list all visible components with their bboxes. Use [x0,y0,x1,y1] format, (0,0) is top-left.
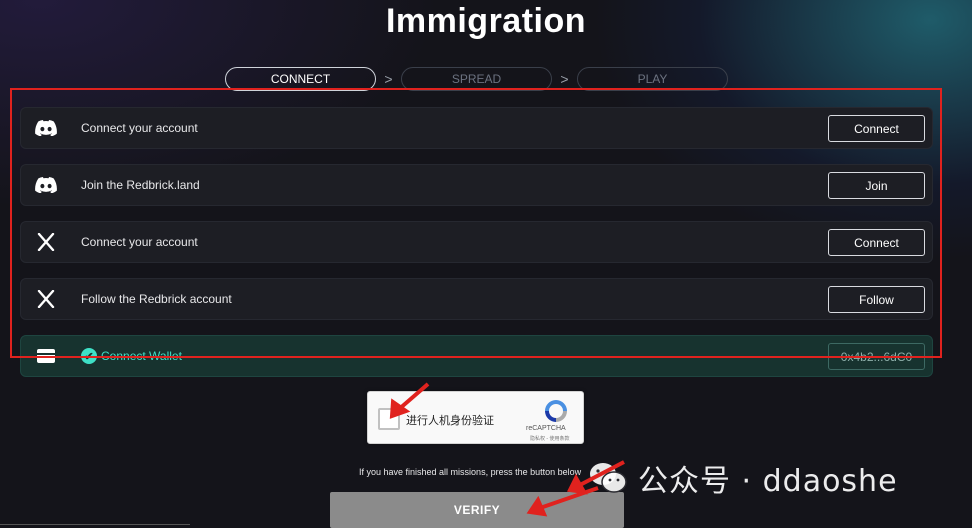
task-row-x-connect: Connect your account Connect [20,221,933,263]
verify-hint: If you have finished all missions, press… [359,467,582,477]
wallet-label: Connect Wallet [101,349,182,363]
task-row-discord-join: Join the Redbrick.land Join [20,164,933,206]
verify-button[interactable]: VERIFY [330,492,624,528]
recaptcha-links[interactable]: 隐私权 - 使用条款 [530,435,569,442]
task-row-discord-connect: Connect your account Connect [20,107,933,149]
recaptcha-widget: 进行人机身份验证 reCAPTCHA 隐私权 - 使用条款 [367,391,584,444]
divider [0,524,190,525]
connect-discord-button[interactable]: Connect [828,115,925,142]
task-row-wallet: ✔ Connect Wallet 0x4b2...6dC0 [20,335,933,377]
step-connect[interactable]: CONNECT [225,67,376,91]
connect-x-button[interactable]: Connect [828,229,925,256]
recaptcha-checkbox[interactable] [378,408,400,430]
wechat-icon [590,463,627,493]
recaptcha-prompt: 进行人机身份验证 [406,415,494,427]
task-label: Follow the Redbrick account [81,292,232,306]
step-separator: > [384,71,393,87]
join-discord-button[interactable]: Join [828,172,925,199]
watermark: 公众号 · ddaoshe [588,455,948,501]
task-label: Connect your account [81,121,198,135]
wallet-address-button[interactable]: 0x4b2...6dC0 [828,343,925,370]
page-title: Immigration [385,2,587,40]
step-spread[interactable]: SPREAD [401,67,552,91]
check-icon: ✔ [81,348,97,364]
recaptcha-logo-icon [545,400,567,422]
step-separator: > [560,71,569,87]
task-row-x-follow: Follow the Redbrick account Follow [20,278,933,320]
step-progress: CONNECT > SPREAD > PLAY [225,67,728,91]
wallet-icon [21,336,71,376]
watermark-text: 公众号 · ddaoshe [638,464,898,499]
step-play[interactable]: PLAY [577,67,728,91]
discord-icon [21,165,71,205]
x-logo-icon [21,279,71,319]
discord-icon [21,108,71,148]
x-logo-icon [21,222,71,262]
follow-x-button[interactable]: Follow [828,286,925,313]
recaptcha-brand: reCAPTCHA [526,425,566,432]
task-label: Connect your account [81,235,198,249]
task-label: Join the Redbrick.land [81,178,200,192]
